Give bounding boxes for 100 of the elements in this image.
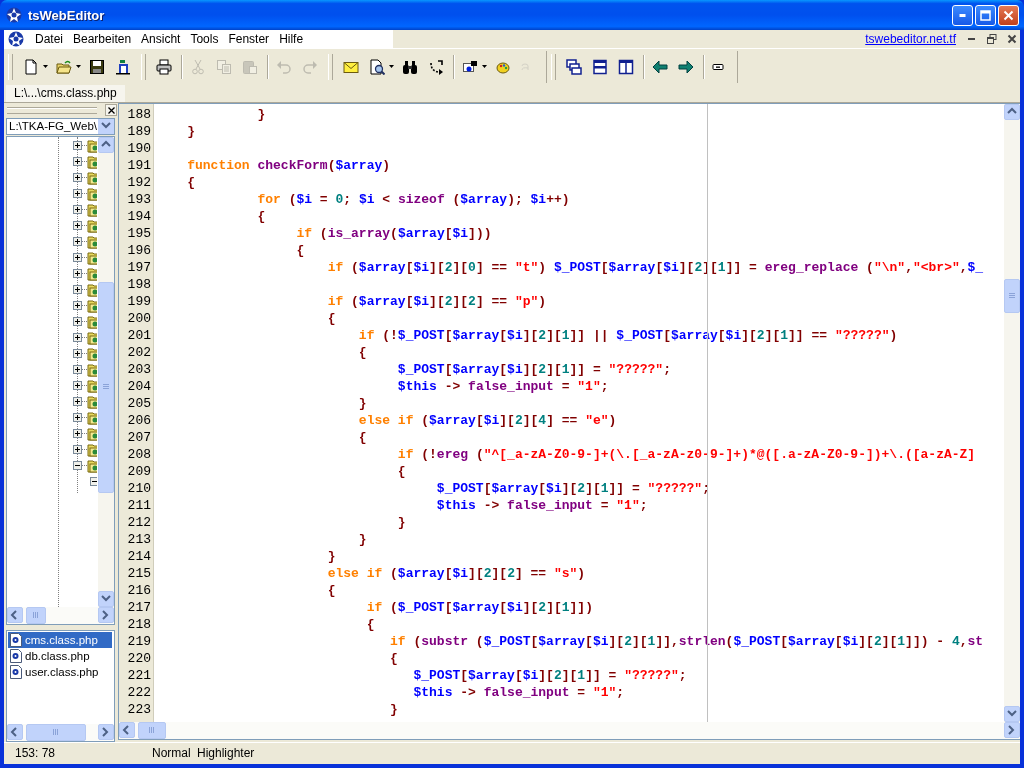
scroll-left-button[interactable] bbox=[7, 606, 23, 623]
line-number: 189 bbox=[126, 122, 152, 140]
line-number: 217 bbox=[126, 598, 152, 616]
horizontal-scrollbar[interactable] bbox=[7, 606, 114, 624]
code-line: $_POST[$array[$i][2][1]] = "?????"; bbox=[396, 360, 671, 378]
code-line: } bbox=[326, 547, 336, 565]
panel-close-button[interactable] bbox=[105, 104, 117, 117]
caret-icon bbox=[389, 65, 394, 68]
scroll-right-button[interactable] bbox=[1004, 721, 1020, 738]
menu-item[interactable]: Bearbeiten bbox=[68, 32, 137, 46]
expand-button[interactable] bbox=[73, 317, 82, 327]
line-number: 190 bbox=[126, 139, 152, 157]
vertical-scrollbar[interactable] bbox=[1004, 103, 1020, 722]
website-link[interactable]: tswebeditor.net.tf bbox=[865, 32, 956, 46]
document-tab[interactable]: L:\...\cms.class.php bbox=[6, 84, 125, 102]
line-number: 197 bbox=[126, 258, 152, 276]
line-number: 203 bbox=[126, 360, 152, 378]
dropdown-button[interactable] bbox=[98, 118, 114, 134]
horizontal-scrollbar[interactable] bbox=[7, 723, 114, 741]
expand-button[interactable] bbox=[73, 269, 82, 279]
panel-grip[interactable] bbox=[7, 106, 97, 114]
line-number: 201 bbox=[126, 326, 152, 344]
scroll-down-button[interactable] bbox=[1004, 705, 1020, 722]
file-item[interactable]: db.class.php bbox=[8, 647, 112, 664]
code-line: $this -> false_input = "1"; bbox=[396, 377, 609, 395]
file-item[interactable]: cms.class.php bbox=[8, 631, 112, 648]
caret-icon bbox=[76, 65, 81, 68]
menu-item[interactable]: Datei bbox=[30, 32, 68, 46]
scroll-down-button[interactable] bbox=[98, 590, 114, 607]
minimize-button[interactable] bbox=[952, 4, 973, 26]
expand-button[interactable] bbox=[73, 445, 82, 455]
expand-button[interactable] bbox=[73, 413, 82, 423]
expand-button[interactable] bbox=[73, 301, 82, 311]
expand-button[interactable] bbox=[73, 333, 82, 343]
code-line: { bbox=[365, 615, 375, 633]
code-line: else if ($array[$i][2][2] == "s") bbox=[326, 564, 586, 582]
menu-item[interactable]: Hilfe bbox=[274, 32, 309, 46]
expand-button[interactable] bbox=[73, 237, 82, 247]
code-editor[interactable] bbox=[118, 102, 1020, 740]
expand-button[interactable] bbox=[73, 429, 82, 439]
expand-button[interactable] bbox=[73, 221, 82, 231]
grip-icon bbox=[52, 728, 60, 737]
folder-dropdown[interactable]: L:\TKA-FG_Web\ bbox=[6, 117, 115, 135]
collapse-button[interactable] bbox=[73, 461, 82, 471]
line-number: 206 bbox=[126, 411, 152, 429]
line-number: 194 bbox=[126, 207, 152, 225]
menu-item[interactable]: Ansicht bbox=[136, 32, 186, 46]
expand-button[interactable] bbox=[73, 365, 82, 375]
horizontal-scrollbar[interactable] bbox=[119, 721, 1020, 739]
caret-icon bbox=[43, 65, 48, 68]
code-line: } bbox=[256, 105, 266, 123]
scroll-left-button[interactable] bbox=[7, 723, 23, 740]
expand-button[interactable] bbox=[73, 205, 82, 215]
file-item[interactable]: user.class.php bbox=[8, 663, 112, 680]
expand-button[interactable] bbox=[73, 349, 82, 359]
scroll-right-button[interactable] bbox=[98, 723, 114, 740]
line-number: 188 bbox=[126, 105, 152, 123]
line-number: 198 bbox=[126, 275, 152, 293]
code-line: function checkForm($array) bbox=[186, 156, 391, 174]
scroll-up-button[interactable] bbox=[1004, 103, 1020, 120]
scroll-right-button[interactable] bbox=[98, 606, 114, 623]
code-line: { bbox=[295, 241, 305, 259]
menu-item[interactable]: Tools bbox=[185, 32, 224, 46]
expand-button[interactable] bbox=[73, 189, 82, 199]
line-number: 214 bbox=[126, 547, 152, 565]
line-number: 207 bbox=[126, 428, 152, 446]
expand-button[interactable] bbox=[73, 141, 82, 151]
line-number: 205 bbox=[126, 394, 152, 412]
code-line: } bbox=[186, 122, 195, 140]
expand-button[interactable] bbox=[73, 173, 82, 183]
expand-button[interactable] bbox=[73, 157, 82, 167]
script-file-icon bbox=[10, 664, 22, 679]
chevron-down-icon bbox=[101, 593, 111, 604]
scroll-thumb[interactable] bbox=[138, 721, 166, 739]
code-line: for ($i = 0; $i < sizeof ($array); $i++) bbox=[256, 190, 570, 208]
expand-button[interactable] bbox=[73, 253, 82, 263]
line-number: 204 bbox=[126, 377, 152, 395]
close-button[interactable] bbox=[998, 4, 1019, 26]
code-line: else if ($array[$i][2][4] == "e") bbox=[357, 411, 617, 429]
scroll-thumb[interactable] bbox=[1004, 278, 1020, 313]
grip-icon bbox=[102, 383, 110, 392]
line-number: 208 bbox=[126, 445, 152, 463]
menu-item[interactable]: Fenster bbox=[223, 32, 275, 46]
expand-button[interactable] bbox=[73, 381, 82, 391]
line-number: 200 bbox=[126, 309, 152, 327]
scroll-up-button[interactable] bbox=[98, 136, 114, 153]
line-number: 191 bbox=[126, 156, 152, 174]
script-file-icon bbox=[10, 648, 22, 663]
expand-button[interactable] bbox=[73, 397, 82, 407]
line-number: 216 bbox=[126, 581, 152, 599]
scroll-thumb[interactable] bbox=[26, 606, 46, 624]
maximize-button[interactable] bbox=[975, 4, 996, 26]
vertical-scrollbar[interactable] bbox=[98, 136, 114, 607]
line-number: 192 bbox=[126, 173, 152, 191]
expand-button[interactable] bbox=[73, 285, 82, 295]
code-line: { bbox=[326, 581, 336, 599]
scroll-thumb[interactable] bbox=[26, 723, 86, 741]
highlighter-label: Highlighter bbox=[197, 746, 255, 761]
scroll-thumb[interactable] bbox=[98, 281, 114, 493]
line-number: 195 bbox=[126, 224, 152, 242]
